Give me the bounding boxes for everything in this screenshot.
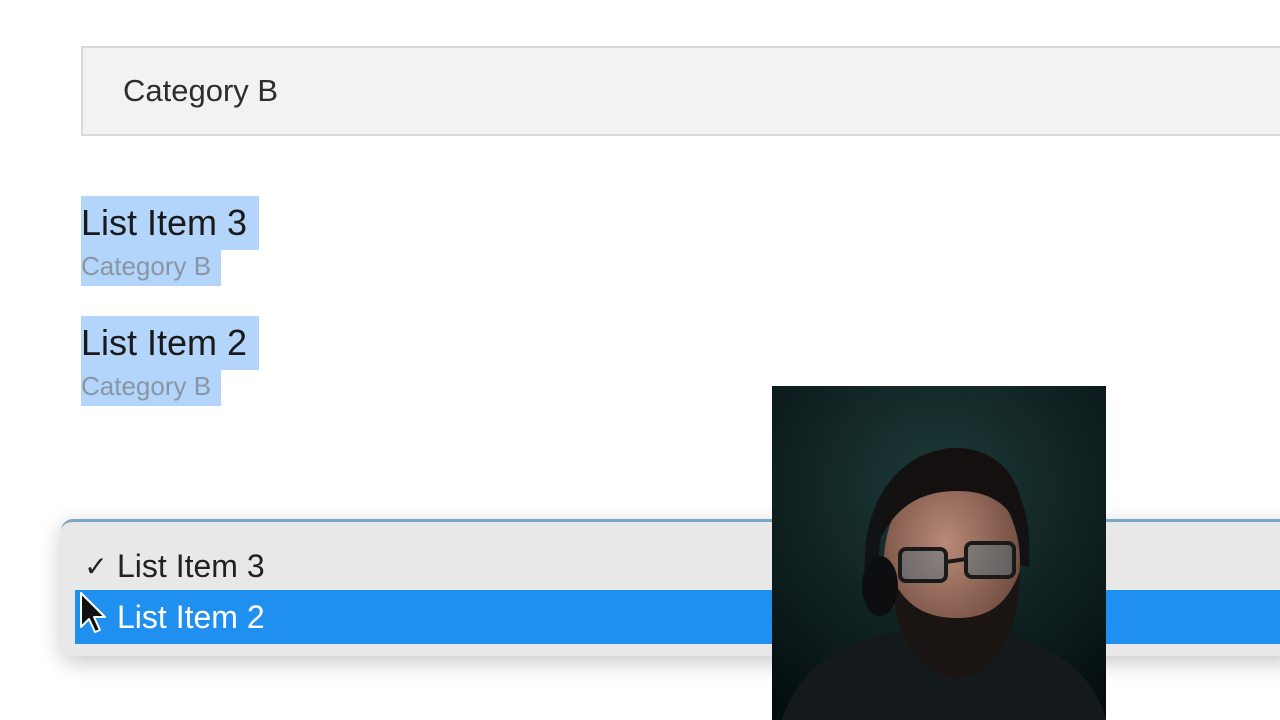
list-item[interactable]: List Item 2 Category B bbox=[81, 316, 260, 406]
menu-option-label: List Item 2 bbox=[117, 598, 265, 635]
list-item-title: List Item 2 bbox=[81, 316, 260, 370]
app-window: Category B List Item 3 Category B List I… bbox=[0, 0, 1280, 720]
menu-option-label: List Item 3 bbox=[117, 547, 265, 584]
list-item-title: List Item 3 bbox=[81, 196, 260, 250]
list-item[interactable]: List Item 3 Category B bbox=[81, 196, 260, 286]
list-item-category: Category B bbox=[81, 250, 222, 286]
presenter-video bbox=[772, 386, 1106, 720]
webcam-overlay bbox=[772, 386, 1106, 720]
category-select[interactable]: Category B bbox=[81, 46, 1280, 136]
result-list: List Item 3 Category B List Item 2 Categ… bbox=[81, 196, 260, 436]
check-icon: ✓ bbox=[84, 550, 108, 582]
mouse-pointer-icon bbox=[80, 592, 106, 633]
category-select-value: Category B bbox=[123, 73, 279, 108]
list-item-category: Category B bbox=[81, 370, 222, 406]
